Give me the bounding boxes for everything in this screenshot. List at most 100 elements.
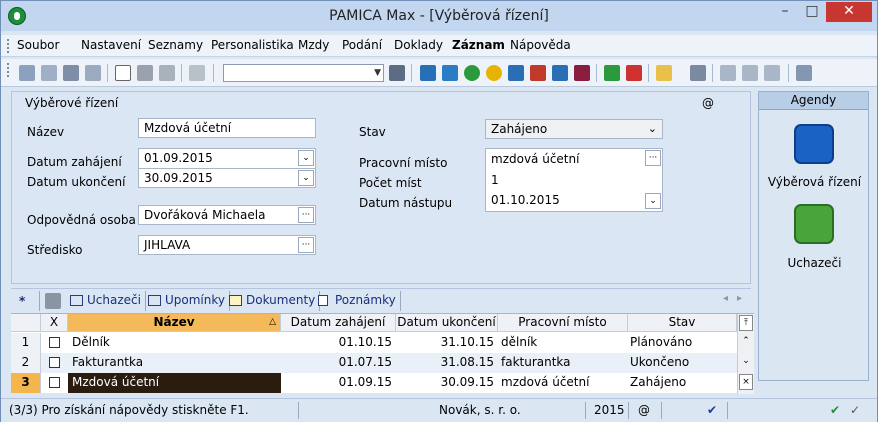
filter-icon[interactable]: [389, 65, 405, 81]
table-row-selected[interactable]: 3 Mzdová účetní 01.09.15 30.09.15 mzdová…: [11, 373, 737, 393]
agenda-uchazeci[interactable]: Uchazeči: [759, 256, 870, 270]
col-datum-ukonceni[interactable]: Datum ukončení: [396, 314, 498, 332]
menu-zaznam[interactable]: Záznam: [452, 38, 505, 52]
cell-misto[interactable]: fakturantka: [499, 353, 625, 373]
calendar-dropdown-icon[interactable]: ⌄: [645, 193, 661, 209]
chevron-down-icon[interactable]: ⌄: [648, 122, 657, 135]
print-icon[interactable]: [63, 65, 79, 81]
tabs-left-icon[interactable]: ◂: [723, 293, 728, 304]
minimize-button[interactable]: –: [772, 2, 798, 22]
menu-doklady[interactable]: Doklady: [394, 38, 443, 52]
list-icon[interactable]: [742, 65, 758, 81]
new-record-star[interactable]: *: [19, 294, 25, 308]
scroll-up-icon[interactable]: ⌃: [739, 334, 753, 350]
table-row[interactable]: 2 Fakturantka 01.07.15 31.08.15 fakturan…: [11, 353, 737, 373]
menu-mzdy[interactable]: Mzdy: [298, 38, 329, 52]
tabs-right-icon[interactable]: ▸: [737, 293, 742, 304]
menu-personalistika[interactable]: Personalistika: [211, 38, 294, 52]
person-green-icon[interactable]: [464, 65, 480, 81]
save-icon[interactable]: [137, 65, 153, 81]
form-icon[interactable]: [720, 65, 736, 81]
cell-stav[interactable]: Ukončeno: [628, 353, 734, 373]
filter-icon[interactable]: [45, 293, 61, 309]
help-icon[interactable]: [796, 65, 812, 81]
stav-select[interactable]: Zahájeno ⌄: [485, 119, 663, 139]
list-select-icon[interactable]: ···: [645, 150, 661, 166]
menu-nastaveni[interactable]: Nastavení: [81, 38, 141, 52]
col-pracovni-misto[interactable]: Pracovní místo: [498, 314, 628, 332]
menu-podani[interactable]: Podání: [342, 38, 382, 52]
m-blue-icon[interactable]: [420, 65, 436, 81]
table-icon[interactable]: [764, 65, 780, 81]
folder-icon[interactable]: [656, 65, 672, 81]
m-blue-3-icon[interactable]: [552, 65, 568, 81]
col-datum-zahajeni[interactable]: Datum zahájení: [281, 314, 396, 332]
tab-dokumenty[interactable]: Dokumenty: [224, 291, 321, 311]
cell-stav[interactable]: Zahájeno: [628, 373, 734, 393]
cell-stav[interactable]: Plánováno: [628, 333, 734, 353]
cell-ukonceni[interactable]: 31.10.15: [396, 333, 494, 353]
save-all-icon[interactable]: [159, 65, 175, 81]
menu-napoveda[interactable]: Nápověda: [510, 38, 571, 52]
table-row[interactable]: 1 Dělník 01.10.15 31.10.15 dělník Plánov…: [11, 333, 737, 353]
stredisko-input[interactable]: JIHLAVA ···: [138, 235, 316, 255]
close-button[interactable]: ✕: [826, 2, 872, 22]
col-x[interactable]: X: [41, 314, 68, 332]
cell-zahajeni[interactable]: 01.10.15: [281, 333, 392, 353]
cell-misto[interactable]: mzdová účetní: [499, 373, 625, 393]
row-checkbox[interactable]: [49, 357, 60, 368]
tree-icon[interactable]: [19, 65, 35, 81]
maximize-button[interactable]: □: [799, 2, 825, 22]
cell-nazev[interactable]: Fakturantka: [72, 353, 277, 373]
row-number[interactable]: 1: [11, 333, 41, 353]
at-icon[interactable]: @: [702, 96, 714, 110]
col-stav[interactable]: Stav: [628, 314, 737, 332]
cell-ukonceni[interactable]: 31.08.15: [396, 353, 494, 373]
row-number[interactable]: 2: [11, 353, 41, 373]
scroll-top-icon[interactable]: ⤒: [739, 315, 753, 331]
print-preview-icon[interactable]: [85, 65, 101, 81]
row-checkbox[interactable]: [49, 337, 60, 348]
new-document-icon[interactable]: [115, 65, 131, 81]
person-yellow-icon[interactable]: [486, 65, 502, 81]
combo-arrow-icon[interactable]: ▼: [374, 68, 381, 78]
more-dots-icon[interactable]: ···: [298, 207, 314, 223]
tab-poznamky[interactable]: Poznámky: [313, 291, 401, 311]
tab-upominky[interactable]: Upomínky: [143, 291, 230, 311]
cell-misto[interactable]: dělník: [499, 333, 625, 353]
flag-red-icon[interactable]: [626, 65, 642, 81]
copy-icon[interactable]: [189, 65, 205, 81]
row-number[interactable]: 3: [11, 373, 41, 393]
people-icon[interactable]: [794, 204, 834, 244]
calendar-dropdown-icon[interactable]: ⌄: [298, 170, 314, 186]
cell-nazev[interactable]: Mzdová účetní: [68, 373, 281, 393]
m-red-icon[interactable]: [530, 65, 546, 81]
nazev-input[interactable]: Mzdová účetní: [138, 118, 316, 138]
m-maroon-icon[interactable]: [574, 65, 590, 81]
row-checkbox[interactable]: [49, 377, 60, 388]
cell-zahajeni[interactable]: 01.09.15: [281, 373, 392, 393]
search-combo[interactable]: ▼: [223, 64, 384, 82]
odpovedna-osoba-input[interactable]: Dvořáková Michaela ···: [138, 205, 316, 225]
col-nazev[interactable]: Název △: [68, 314, 281, 332]
cell-ukonceni[interactable]: 30.09.15: [396, 373, 494, 393]
person-blue-icon[interactable]: [442, 65, 458, 81]
flag-green-icon[interactable]: [604, 65, 620, 81]
m-blue-2-icon[interactable]: [508, 65, 524, 81]
tab-uchazeci[interactable]: Uchazeči: [65, 291, 146, 311]
scroll-bottom-icon[interactable]: ×: [739, 374, 753, 390]
agenda-vyberova-rizeni[interactable]: Výběrová řízení: [759, 175, 870, 189]
menu-seznamy[interactable]: Seznamy: [148, 38, 203, 52]
calendar-dropdown-icon[interactable]: ⌄: [298, 150, 314, 166]
scroll-down-icon[interactable]: ⌄: [739, 354, 753, 370]
vertical-scrollbar[interactable]: ⤒ ⌃ ⌄ ×: [737, 314, 754, 394]
pracovni-misto-group[interactable]: mzdová účetní 1 01.10.2015 ··· ⌄: [485, 148, 663, 212]
calculator-icon[interactable]: [690, 65, 706, 81]
cell-nazev[interactable]: Dělník: [72, 333, 277, 353]
export-icon[interactable]: [41, 65, 57, 81]
datum-ukonceni-input[interactable]: 30.09.2015 ⌄: [138, 168, 316, 188]
cell-zahajeni[interactable]: 01.07.15: [281, 353, 392, 373]
circle-arrow-icon[interactable]: [794, 124, 834, 164]
list-select-icon[interactable]: ···: [298, 237, 314, 253]
menu-soubor[interactable]: Soubor: [17, 38, 59, 52]
